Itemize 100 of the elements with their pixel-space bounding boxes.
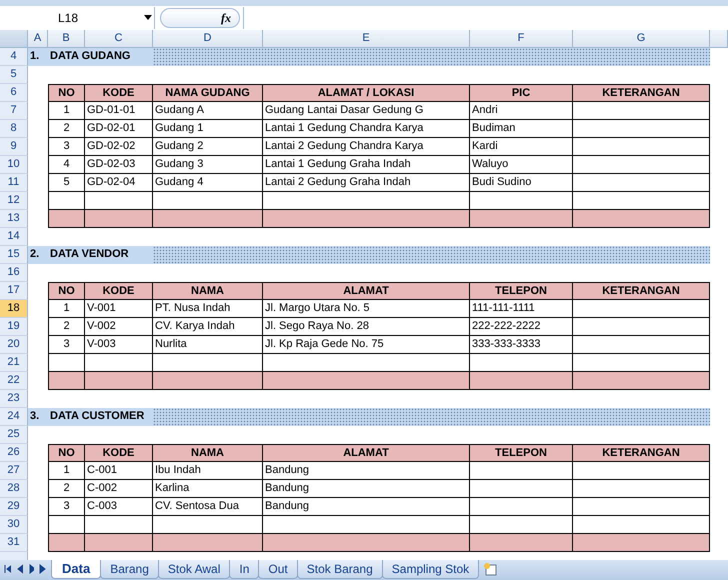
row-header[interactable]: 18 [0, 300, 28, 318]
table-cell: Andri [470, 102, 573, 120]
table-footer-cell [85, 534, 153, 552]
last-sheet-icon[interactable] [39, 564, 46, 574]
table-cell: Bandung [263, 462, 470, 480]
table-cell: 3 [48, 336, 85, 354]
table-cell: Jl. Kp Raja Gede No. 75 [263, 336, 470, 354]
table-cell: Lantai 2 Gedung Chandra Karya [263, 138, 470, 156]
row-header[interactable]: 22 [0, 372, 28, 390]
table-cell: Gudang Lantai Dasar Gedung G [263, 102, 470, 120]
first-sheet-icon[interactable] [4, 564, 11, 574]
column-header[interactable]: E [263, 30, 470, 48]
column-header[interactable]: C [85, 30, 153, 48]
column-header[interactable]: A [28, 30, 48, 48]
table-header-cell: KETERANGAN [573, 282, 710, 300]
table-header-cell: NAMA GUDANG [153, 84, 263, 102]
table-cell: Jl. Sego Raya No. 28 [263, 318, 470, 336]
table-header-cell: ALAMAT [263, 282, 470, 300]
row-header[interactable]: 13 [0, 210, 28, 228]
row-header[interactable]: 21 [0, 354, 28, 372]
section-title: DATA GUDANG [48, 48, 153, 66]
table-cell: PT. Nusa Indah [153, 300, 263, 318]
column-header[interactable]: D [153, 30, 263, 48]
row-header[interactable]: 17 [0, 282, 28, 300]
table-cell: V-003 [85, 336, 153, 354]
row-header[interactable]: 8 [0, 120, 28, 138]
table-cell: Budi Sudino [470, 174, 573, 192]
table-header-cell: TELEPON [470, 282, 573, 300]
table-cell: Gudang A [153, 102, 263, 120]
row-header[interactable]: 25 [0, 426, 28, 444]
table-cell: Ibu Indah [153, 462, 263, 480]
table-cell: 111-111-1111 [470, 300, 573, 318]
table-header-cell: ALAMAT / LOKASI [263, 84, 470, 102]
table-cell: V-001 [85, 300, 153, 318]
sheet-tab[interactable]: Out [258, 560, 298, 579]
sheet-tab[interactable]: In [229, 560, 260, 579]
table-header-cell: PIC [470, 84, 573, 102]
table-cell: 4 [48, 156, 85, 174]
table-cell: Lantai 1 Gedung Chandra Karya [263, 120, 470, 138]
table-cell: C-001 [85, 462, 153, 480]
table-cell: Waluyo [470, 156, 573, 174]
table-cell: Jl. Margo Utara No. 5 [263, 300, 470, 318]
table-footer-cell [85, 372, 153, 390]
table-header-cell: NO [48, 444, 85, 462]
sheet-tab[interactable]: Barang [100, 560, 159, 579]
table-cell: Nurlita [153, 336, 263, 354]
function-button[interactable]: fx [160, 8, 240, 28]
row-header[interactable]: 27 [0, 462, 28, 480]
table-cell: Karlina [153, 480, 263, 498]
table-cell: Lantai 2 Gedung Graha Indah [263, 174, 470, 192]
column-header[interactable]: F [470, 30, 573, 48]
row-header[interactable]: 30 [0, 516, 28, 534]
row-header[interactable]: 28 [0, 480, 28, 498]
row-header[interactable]: 23 [0, 390, 28, 408]
row-header[interactable]: 11 [0, 174, 28, 192]
table-cell: 333-333-3333 [470, 336, 573, 354]
next-sheet-icon[interactable] [28, 564, 34, 574]
insert-sheet-icon[interactable] [483, 562, 500, 576]
table-header-cell: KODE [85, 84, 153, 102]
row-header[interactable]: 26 [0, 444, 28, 462]
table-cell: C-002 [85, 480, 153, 498]
row-header[interactable]: 7 [0, 102, 28, 120]
row-header[interactable]: 12 [0, 192, 28, 210]
row-header[interactable]: 14 [0, 228, 28, 246]
column-header[interactable]: B [48, 30, 85, 48]
sheet-tab[interactable]: Sampling Stok [382, 560, 480, 579]
table-cell: Gudang 4 [153, 174, 263, 192]
row-header[interactable]: 5 [0, 66, 28, 84]
row-header[interactable]: 31 [0, 534, 28, 552]
section-title: DATA VENDOR [48, 246, 153, 264]
table-cell: 2 [48, 120, 85, 138]
row-header[interactable]: 20 [0, 336, 28, 354]
sheet-tab[interactable]: Stok Awal [158, 560, 230, 579]
section-title: DATA CUSTOMER [48, 408, 153, 426]
row-header[interactable]: 29 [0, 498, 28, 516]
dropdown-caret-icon[interactable] [144, 15, 152, 20]
row-header[interactable]: 19 [0, 318, 28, 336]
table-cell: GD-02-04 [85, 174, 153, 192]
table-cell: GD-02-01 [85, 120, 153, 138]
row-header[interactable]: 24 [0, 408, 28, 426]
row-header[interactable]: 9 [0, 138, 28, 156]
table-cell: CV. Sentosa Dua [153, 498, 263, 516]
sheet-tab[interactable]: Stok Barang [296, 560, 383, 579]
sheet-tab[interactable]: Data [51, 560, 102, 579]
row-header[interactable]: 6 [0, 84, 28, 102]
section-number: 3. [28, 408, 48, 426]
table-footer-cell [85, 210, 153, 228]
previous-sheet-icon[interactable] [16, 564, 22, 574]
row-header[interactable]: 16 [0, 264, 28, 282]
table-header-cell: TELEPON [470, 444, 573, 462]
row-header[interactable]: 15 [0, 246, 28, 264]
table-cell: 2 [48, 480, 85, 498]
table-cell: 1 [48, 462, 85, 480]
column-header[interactable]: G [573, 30, 710, 48]
table-cell: Gudang 2 [153, 138, 263, 156]
table-header-cell: KODE [85, 444, 153, 462]
table-header-cell: KETERANGAN [573, 444, 710, 462]
row-header[interactable]: 10 [0, 156, 28, 174]
row-header[interactable]: 4 [0, 48, 28, 66]
table-cell: GD-02-02 [85, 138, 153, 156]
